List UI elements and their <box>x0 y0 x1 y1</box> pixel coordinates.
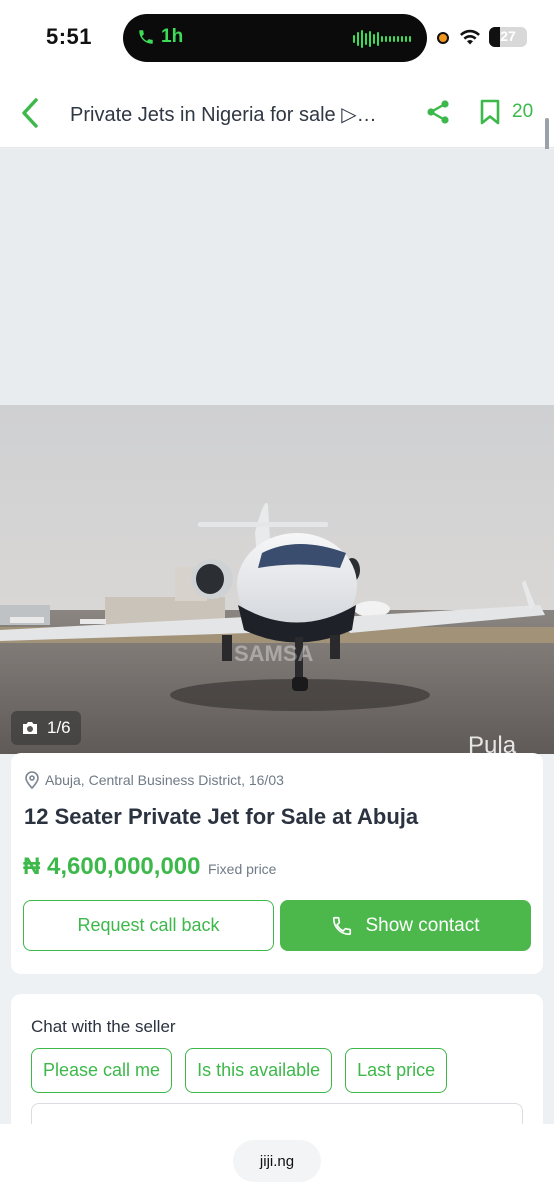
location-text: Abuja, Central Business District, 16/03 <box>45 772 284 788</box>
battery-indicator: 27 <box>489 27 527 47</box>
browser-bottom-bar: jiji.ng <box>0 1124 554 1200</box>
request-call-back-button[interactable]: Request call back <box>23 900 274 951</box>
price-note: Fixed price <box>208 861 277 877</box>
photo-counter[interactable]: 1/6 <box>11 711 81 745</box>
listing-price: ₦ 4,600,000,000 <box>23 853 201 880</box>
recording-dot-icon <box>437 32 449 44</box>
listing-title: 12 Seater Private Jet for Sale at Abuja <box>24 804 419 829</box>
page-title: Private Jets in Nigeria for sale ▷… <box>70 104 377 126</box>
battery-level: 27 <box>500 28 516 44</box>
phone-icon <box>333 916 352 935</box>
call-duration: 1h <box>161 26 184 47</box>
svg-text:SAMSA: SAMSA <box>234 641 314 666</box>
listing-location: Abuja, Central Business District, 16/03 <box>25 771 284 789</box>
chat-title: Chat with the seller <box>31 1017 176 1036</box>
call-indicator[interactable]: 1h <box>137 26 183 48</box>
location-pin-icon <box>25 771 39 789</box>
status-bar: 5:51 1h 27 <box>0 0 554 78</box>
image-gallery[interactable]: SAMSA Pula 1/6 <box>0 149 554 754</box>
show-contact-label: Show contact <box>365 914 480 936</box>
status-time: 5:51 <box>46 24 93 49</box>
listing-details-card: Abuja, Central Business District, 16/03 … <box>11 753 543 974</box>
quick-reply-chip[interactable]: Last price <box>345 1048 448 1093</box>
share-icon[interactable] <box>424 98 452 126</box>
quick-replies: Please call me Is this available Last pr… <box>31 1048 448 1093</box>
listing-photo[interactable]: SAMSA Pula <box>0 405 554 754</box>
app-bar: Private Jets in Nigeria for sale ▷… 20 <box>0 78 554 148</box>
photo-counter-label: 1/6 <box>47 718 71 737</box>
chat-with-seller-card: Chat with the seller Please call me Is t… <box>11 994 543 1143</box>
quick-reply-chip[interactable]: Please call me <box>31 1048 173 1093</box>
show-contact-button[interactable]: Show contact <box>280 900 531 951</box>
wifi-icon <box>460 29 480 45</box>
back-arrow-icon[interactable] <box>16 95 46 131</box>
audio-wave-icon <box>353 30 411 48</box>
url-pill[interactable]: jiji.ng <box>233 1140 321 1182</box>
dynamic-island[interactable]: 1h <box>123 14 427 62</box>
phone-icon <box>139 30 153 44</box>
svg-text:Pula: Pula <box>468 732 517 754</box>
bookmark-icon[interactable] <box>478 98 502 126</box>
saved-count[interactable]: 20 <box>512 101 533 123</box>
camera-icon <box>23 722 37 734</box>
quick-reply-chip[interactable]: Is this available <box>185 1048 333 1093</box>
